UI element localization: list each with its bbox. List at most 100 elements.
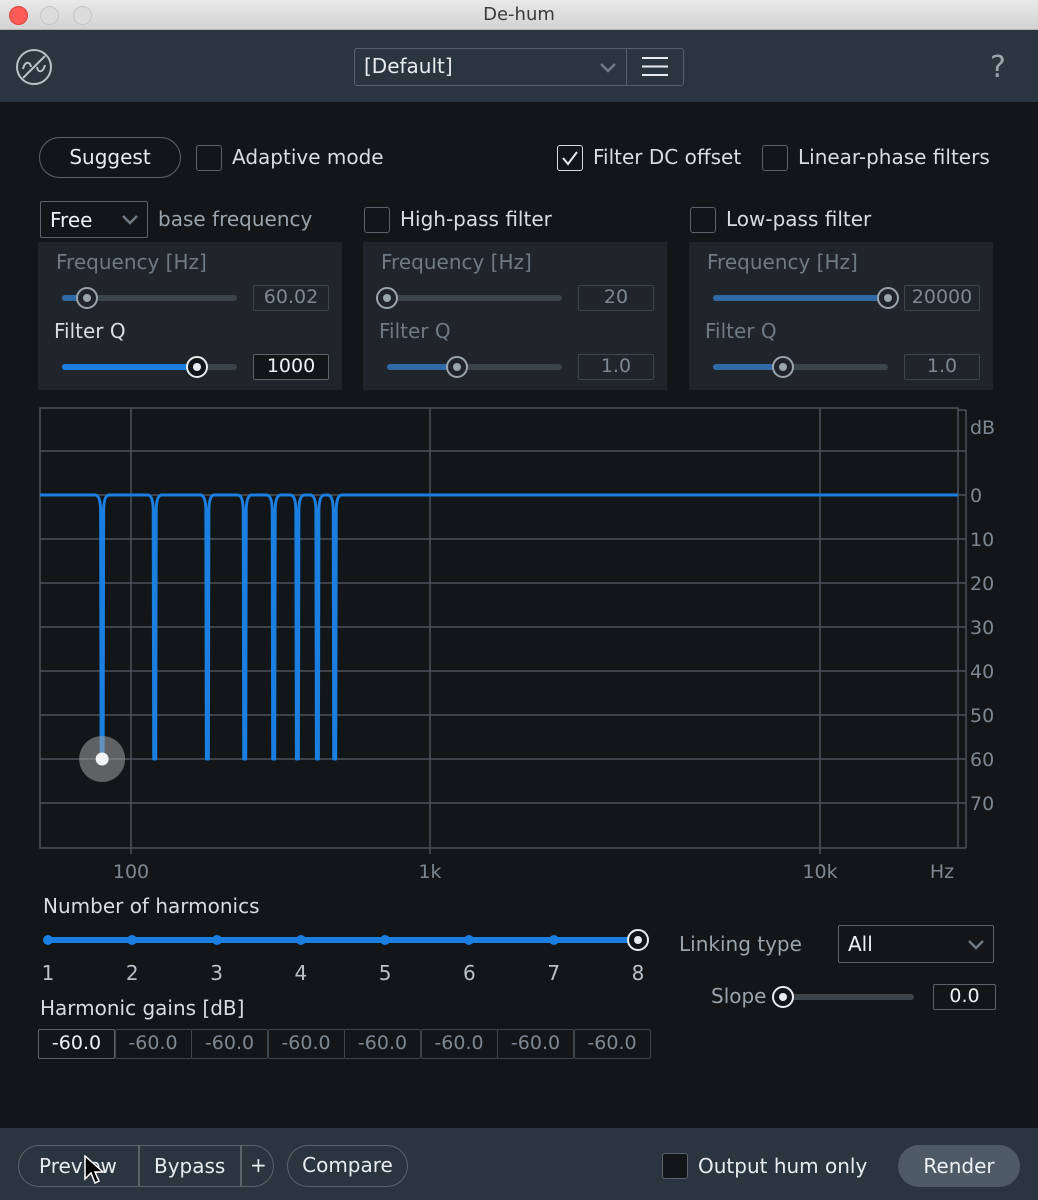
low-pass-label: Low-pass filter bbox=[726, 207, 872, 231]
y-tick-label: 0 bbox=[970, 485, 982, 507]
add-button[interactable]: + bbox=[250, 1153, 267, 1177]
filter-q-slider[interactable] bbox=[713, 355, 888, 379]
slider-track bbox=[387, 295, 562, 301]
harmonic-step-dot[interactable] bbox=[43, 935, 53, 945]
y-tick-label: 60 bbox=[970, 749, 994, 771]
chevron-down-icon bbox=[122, 215, 138, 225]
frequency-value-field[interactable]: 20000 bbox=[904, 285, 980, 311]
slope-thumb[interactable] bbox=[772, 986, 794, 1008]
x-tick-label: 1k bbox=[418, 861, 441, 883]
number-of-harmonics-label: Number of harmonics bbox=[43, 894, 260, 918]
harmonics-thumb[interactable] bbox=[627, 929, 649, 951]
filter-dc-offset-label: Filter DC offset bbox=[593, 145, 742, 169]
chevron-down-icon bbox=[968, 940, 984, 950]
harmonic-step-label: 5 bbox=[378, 961, 392, 985]
frequency-value-field[interactable]: 20 bbox=[578, 285, 654, 311]
harmonic-gain-field-7[interactable]: -60.0 bbox=[497, 1029, 574, 1059]
filter-q-value-field[interactable]: 1.0 bbox=[578, 354, 654, 380]
slider-thumb[interactable] bbox=[772, 356, 794, 378]
filter-response-graph[interactable]: 100 1k 10k Hz 0 10 20 30 40 50 60 70 dB bbox=[0, 400, 1038, 900]
y-tick-label: 50 bbox=[970, 705, 994, 727]
harmonic-gain-field-4[interactable]: -60.0 bbox=[267, 1029, 345, 1059]
harmonic-step-label: 8 bbox=[631, 961, 645, 985]
window-title-bar: De-hum bbox=[0, 0, 1038, 30]
linear-phase-checkbox[interactable] bbox=[762, 145, 788, 171]
dehum-logo-icon[interactable] bbox=[14, 47, 54, 87]
adaptive-mode-checkbox[interactable] bbox=[196, 145, 222, 171]
harmonic-step-dot[interactable] bbox=[464, 935, 475, 945]
harmonic-step-label: 1 bbox=[41, 961, 55, 985]
filter-q-label: Filter Q bbox=[705, 319, 777, 343]
low-pass-checkbox[interactable] bbox=[690, 207, 716, 233]
frequency-value-field[interactable]: 60.02 bbox=[253, 285, 329, 311]
output-hum-only-checkbox[interactable] bbox=[662, 1153, 688, 1179]
x-tick-label: 100 bbox=[113, 861, 149, 883]
render-button[interactable]: Render bbox=[898, 1145, 1020, 1187]
harmonic-gain-field-1[interactable]: -60.0 bbox=[38, 1029, 115, 1059]
harmonic-gain-field-2[interactable]: -60.0 bbox=[114, 1029, 192, 1059]
y-tick-label: 40 bbox=[970, 661, 994, 683]
compare-button[interactable]: Compare bbox=[287, 1145, 408, 1187]
frequency-label: Frequency [Hz] bbox=[56, 250, 207, 274]
x-tick-label: 10k bbox=[802, 861, 837, 883]
frequency-slider[interactable] bbox=[62, 286, 237, 310]
y-tick-label: 10 bbox=[970, 529, 994, 551]
frequency-label: Frequency [Hz] bbox=[707, 250, 858, 274]
harmonic-step-label: 6 bbox=[463, 961, 476, 985]
adaptive-mode-label: Adaptive mode bbox=[232, 145, 384, 169]
linking-type-dropdown[interactable]: All bbox=[838, 925, 994, 963]
harmonic-step-dot[interactable] bbox=[295, 935, 306, 945]
number-of-harmonics-slider[interactable]: 1 2 3 4 5 6 7 8 bbox=[0, 920, 680, 1000]
harmonic-step-dot[interactable] bbox=[211, 935, 222, 945]
mouse-cursor-icon bbox=[84, 1155, 105, 1185]
base-frequency-mode-dropdown[interactable]: Free bbox=[40, 201, 148, 238]
hamburger-menu-icon[interactable] bbox=[640, 54, 670, 80]
high-pass-checkbox[interactable] bbox=[364, 207, 390, 233]
harmonic-gains-label: Harmonic gains [dB] bbox=[40, 996, 245, 1020]
base-filter-panel: Frequency [Hz] Filter Q 60.02 1000 bbox=[38, 242, 342, 390]
slider-thumb[interactable] bbox=[376, 287, 398, 309]
x-unit-label: Hz bbox=[930, 861, 954, 883]
slope-value[interactable]: 0.0 bbox=[933, 984, 996, 1010]
bypass-button[interactable]: Bypass bbox=[154, 1154, 225, 1178]
high-pass-filter-panel: Frequency [Hz] Filter Q 20 1.0 bbox=[363, 242, 667, 390]
slider-thumb[interactable] bbox=[446, 356, 468, 378]
harmonic-gain-field-3[interactable]: -60.0 bbox=[191, 1029, 268, 1059]
harmonic-step-label: 4 bbox=[294, 961, 308, 985]
help-icon[interactable]: ? bbox=[990, 50, 1006, 85]
linear-phase-label: Linear-phase filters bbox=[798, 145, 990, 169]
base-frequency-mode-value: Free bbox=[50, 208, 93, 232]
harmonic-gain-field-5[interactable]: -60.0 bbox=[344, 1029, 421, 1059]
output-hum-only-label: Output hum only bbox=[698, 1154, 868, 1178]
filter-dc-offset-checkbox[interactable] bbox=[557, 145, 583, 171]
slider-thumb[interactable] bbox=[75, 287, 98, 309]
filter-q-slider[interactable] bbox=[387, 355, 562, 379]
base-frequency-label: base frequency bbox=[158, 207, 313, 231]
slider-thumb[interactable] bbox=[185, 356, 208, 378]
harmonic-gain-field-8[interactable]: -60.0 bbox=[573, 1029, 651, 1059]
harmonic-step-dot[interactable] bbox=[127, 935, 138, 945]
filter-q-value-field[interactable]: 1000 bbox=[253, 354, 329, 380]
high-pass-label: High-pass filter bbox=[400, 207, 552, 231]
filter-q-slider[interactable] bbox=[62, 355, 237, 379]
filter-q-value-field[interactable]: 1.0 bbox=[904, 354, 980, 380]
preset-name: [Default] bbox=[364, 54, 453, 78]
slider-thumb[interactable] bbox=[877, 287, 899, 309]
frequency-slider[interactable] bbox=[376, 286, 562, 310]
frequency-slider[interactable] bbox=[713, 286, 899, 310]
divider bbox=[240, 1146, 242, 1186]
slope-slider[interactable] bbox=[772, 984, 922, 1010]
y-unit-label: dB bbox=[970, 417, 995, 439]
harmonic-step-dot[interactable] bbox=[380, 935, 391, 945]
harmonic-step-label: 2 bbox=[125, 961, 139, 985]
linking-type-value: All bbox=[848, 932, 873, 956]
checkmark-icon bbox=[562, 151, 578, 166]
harmonic-step-dot[interactable] bbox=[548, 935, 559, 945]
harmonic-gain-field-6[interactable]: -60.0 bbox=[420, 1029, 498, 1059]
selected-notch-handle[interactable] bbox=[95, 752, 109, 766]
preset-chevron-down-icon bbox=[600, 63, 616, 73]
filter-q-label: Filter Q bbox=[54, 319, 126, 343]
frequency-label: Frequency [Hz] bbox=[381, 250, 532, 274]
linking-type-label: Linking type bbox=[679, 932, 802, 956]
suggest-button[interactable]: Suggest bbox=[39, 137, 181, 178]
